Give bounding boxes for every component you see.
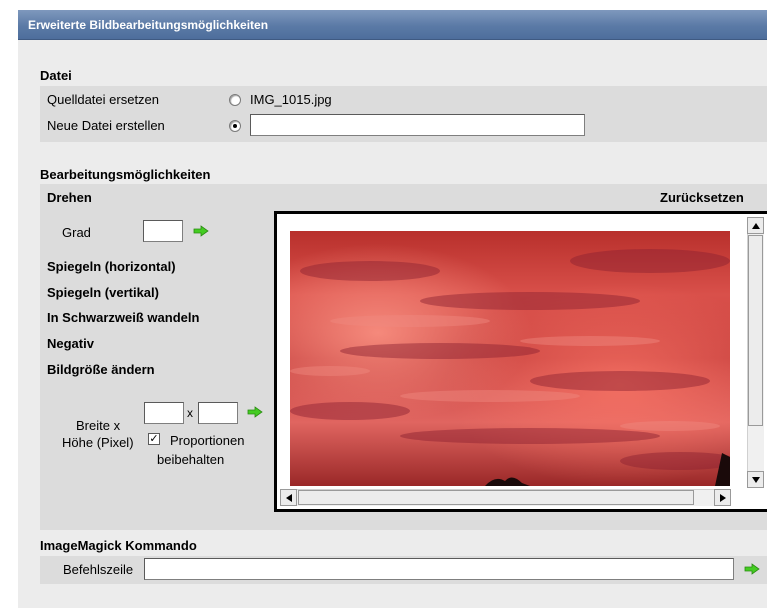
scroll-left-button[interactable] bbox=[280, 489, 297, 506]
command-apply-arrow-icon[interactable] bbox=[744, 563, 760, 575]
scroll-down-button[interactable] bbox=[747, 471, 764, 488]
width-height-label-2: Höhe (Pixel) bbox=[62, 435, 134, 450]
image-preview-frame bbox=[274, 211, 767, 512]
height-input[interactable] bbox=[198, 402, 238, 424]
source-filename: IMG_1015.jpg bbox=[250, 92, 332, 107]
command-line-label: Befehlszeile bbox=[63, 562, 134, 577]
datei-heading: Datei bbox=[40, 68, 72, 83]
flip-vertical-link[interactable]: Spiegeln (vertikal) bbox=[47, 285, 159, 300]
preview-image bbox=[290, 231, 730, 486]
negative-link[interactable]: Negativ bbox=[47, 336, 94, 351]
keep-ratio-label-1: Proportionen bbox=[170, 433, 245, 448]
preview-horizontal-scrollbar[interactable] bbox=[280, 489, 731, 506]
arrow-right-icon bbox=[719, 493, 726, 502]
arrow-up-icon bbox=[751, 222, 760, 229]
new-file-input[interactable] bbox=[250, 114, 585, 136]
reset-link[interactable]: Zurücksetzen bbox=[660, 190, 744, 205]
width-input[interactable] bbox=[144, 402, 184, 424]
preview-vertical-scrollbar[interactable] bbox=[747, 217, 764, 488]
resize-link[interactable]: Bildgröße ändern bbox=[47, 362, 155, 377]
scroll-right-button[interactable] bbox=[714, 489, 731, 506]
rotate-apply-arrow-icon[interactable] bbox=[193, 225, 209, 237]
image-edit-panel: Erweiterte Bildbearbeitungsmöglichkeiten… bbox=[18, 10, 767, 608]
vertical-scroll-thumb[interactable] bbox=[748, 235, 763, 426]
panel-title: Erweiterte Bildbearbeitungsmöglichkeiten bbox=[18, 10, 767, 40]
options-heading: Bearbeitungsmöglichkeiten bbox=[40, 167, 211, 182]
degree-input[interactable] bbox=[143, 220, 183, 242]
grayscale-link[interactable]: In Schwarzweiß wandeln bbox=[47, 310, 199, 325]
resize-apply-arrow-icon[interactable] bbox=[247, 406, 263, 418]
degree-label: Grad bbox=[62, 225, 91, 240]
replace-source-label: Quelldatei ersetzen bbox=[47, 92, 160, 107]
flip-horizontal-link[interactable]: Spiegeln (horizontal) bbox=[47, 259, 176, 274]
scroll-up-button[interactable] bbox=[747, 217, 764, 234]
horizontal-scroll-thumb[interactable] bbox=[298, 490, 694, 505]
command-line-input[interactable] bbox=[144, 558, 734, 580]
arrow-down-icon bbox=[751, 476, 760, 483]
arrow-left-icon bbox=[285, 493, 292, 502]
keep-ratio-checkbox[interactable]: ✓ bbox=[148, 433, 160, 445]
replace-source-radio[interactable] bbox=[229, 94, 241, 106]
width-height-label-1: Breite x bbox=[76, 418, 121, 433]
rotate-link[interactable]: Drehen bbox=[47, 190, 92, 205]
keep-ratio-label-2: beibehalten bbox=[157, 452, 225, 467]
times-sign: x bbox=[187, 406, 193, 420]
new-file-label: Neue Datei erstellen bbox=[47, 118, 165, 133]
imagemagick-heading: ImageMagick Kommando bbox=[40, 538, 197, 553]
new-file-radio[interactable] bbox=[229, 120, 241, 132]
